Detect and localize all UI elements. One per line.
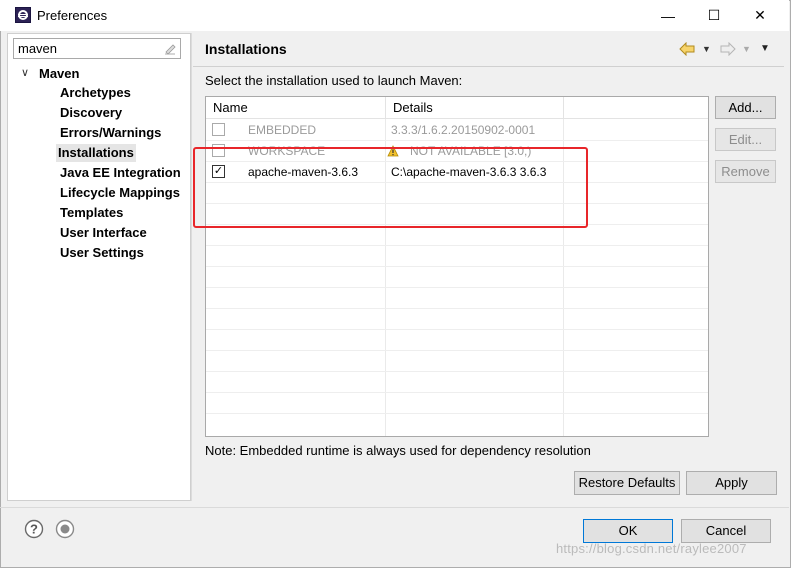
embedded-runtime-note: Note: Embedded runtime is always used fo… <box>205 443 591 458</box>
maximize-icon: ☐ <box>707 7 721 23</box>
row-divider <box>206 245 708 246</box>
header-separator <box>193 66 784 67</box>
column-header-filler <box>564 97 708 119</box>
footer-separator <box>0 507 789 508</box>
table-row[interactable]: EMBEDDED 3.3.3/1.6.2.20150902-0001 <box>206 120 708 141</box>
ok-button[interactable]: OK <box>583 519 673 543</box>
filter-value: maven <box>18 41 58 56</box>
tree-item-user-settings[interactable]: User Settings <box>58 244 146 262</box>
filter-input[interactable]: maven <box>13 38 181 59</box>
row-divider <box>206 371 708 372</box>
svg-text:?: ? <box>30 522 38 537</box>
row-divider <box>206 266 708 267</box>
remove-button-label: Remove <box>721 164 770 179</box>
tree-item-templates[interactable]: Templates <box>58 204 125 222</box>
tree-item-archetypes[interactable]: Archetypes <box>58 84 133 102</box>
row-divider <box>206 329 708 330</box>
back-icon[interactable] <box>679 42 695 56</box>
panel-splitter[interactable] <box>191 33 192 501</box>
apply-label: Apply <box>715 475 748 490</box>
tree-root-maven[interactable]: Maven <box>39 66 79 81</box>
close-button[interactable]: ✕ <box>737 0 783 31</box>
minimize-icon: — <box>661 7 675 24</box>
restore-defaults-label: Restore Defaults <box>578 475 676 490</box>
tree-item-user-interface[interactable]: User Interface <box>58 224 149 242</box>
back-dropdown-icon[interactable]: ▼ <box>702 44 711 54</box>
cancel-label: Cancel <box>705 523 747 538</box>
edit-button-label: Edit... <box>728 132 763 147</box>
row-divider <box>206 287 708 288</box>
forward-icon[interactable] <box>720 42 736 56</box>
watermark-text: https://blog.csdn.net/raylee2007 <box>556 541 747 556</box>
column-header-name[interactable]: Name <box>206 97 386 119</box>
help-icon[interactable]: ? <box>24 519 44 539</box>
eclipse-app-icon <box>15 7 31 23</box>
row-details: 3.3.3/1.6.2.20150902-0001 <box>391 123 536 137</box>
row-checkbox[interactable] <box>212 123 225 136</box>
forward-dropdown-icon[interactable]: ▼ <box>742 44 751 54</box>
tree-item-discovery[interactable]: Discovery <box>58 104 124 122</box>
ok-label: OK <box>618 523 638 538</box>
cancel-button[interactable]: Cancel <box>681 519 771 543</box>
row-divider <box>206 413 708 414</box>
tree-item-errors-warnings[interactable]: Errors/Warnings <box>58 124 163 142</box>
edit-button[interactable]: Edit... <box>715 128 776 151</box>
remove-button[interactable]: Remove <box>715 160 776 183</box>
add-button[interactable]: Add... <box>715 96 776 119</box>
page-title: Installations <box>205 41 287 57</box>
highlight-annotation-box <box>193 147 588 228</box>
record-icon[interactable] <box>55 519 75 539</box>
add-button-label: Add... <box>728 100 763 115</box>
title-bar: Preferences — ☐ ✕ <box>0 0 789 31</box>
apply-button[interactable]: Apply <box>686 471 777 495</box>
close-icon: ✕ <box>754 7 766 23</box>
row-divider <box>206 392 708 393</box>
tree-item-java-ee-integration[interactable]: Java EE Integration <box>58 164 183 182</box>
column-header-details[interactable]: Details <box>386 97 564 119</box>
window-title: Preferences <box>37 8 108 23</box>
tree-item-installations[interactable]: Installations <box>56 144 136 162</box>
view-menu-icon[interactable]: ▼ <box>760 43 770 54</box>
row-divider <box>206 308 708 309</box>
tree-expand-icon[interactable]: ∨ <box>21 66 29 79</box>
restore-defaults-button[interactable]: Restore Defaults <box>574 471 680 495</box>
clear-filter-icon[interactable] <box>163 41 177 55</box>
installations-prompt: Select the installation used to launch M… <box>205 73 463 88</box>
tree-item-lifecycle-mappings[interactable]: Lifecycle Mappings <box>58 184 182 202</box>
row-name: EMBEDDED <box>248 123 317 137</box>
minimize-button[interactable]: — <box>645 0 691 31</box>
maximize-button[interactable]: ☐ <box>691 0 737 31</box>
row-divider <box>206 350 708 351</box>
